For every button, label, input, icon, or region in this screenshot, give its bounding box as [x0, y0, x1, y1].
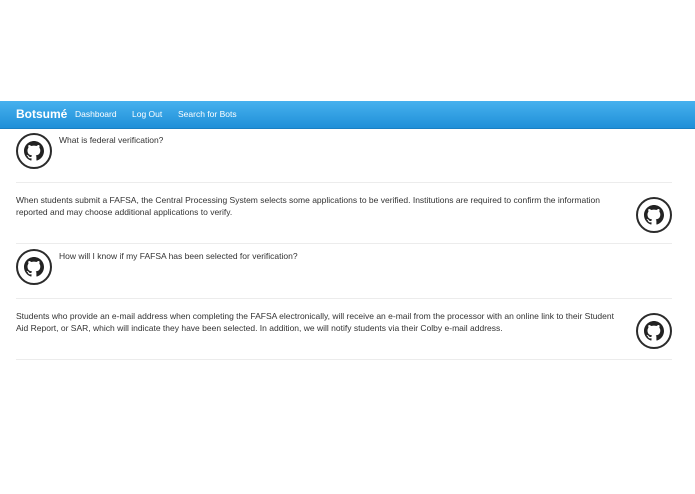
nav-dashboard-link[interactable]: Dashboard [75, 109, 117, 119]
github-octocat-icon [636, 313, 672, 349]
answer-message: Students who provide an e-mail address w… [16, 299, 672, 360]
github-octocat-icon [16, 133, 52, 169]
question-message: What is federal verification? [16, 128, 672, 183]
answer-message: When students submit a FAFSA, the Centra… [16, 183, 672, 244]
brand-logo-link[interactable]: Botsumé [16, 107, 67, 121]
question-text: What is federal verification? [59, 135, 164, 145]
answer-text: When students submit a FAFSA, the Centra… [16, 195, 600, 217]
nav-logout-link[interactable]: Log Out [132, 109, 162, 119]
top-navbar: Botsumé Dashboard Log Out Search for Bot… [0, 101, 695, 129]
question-message: How will I know if my FAFSA has been sel… [16, 244, 672, 299]
github-octocat-icon [636, 197, 672, 233]
conversation-feed: What is federal verification? When stude… [16, 128, 672, 360]
question-text: How will I know if my FAFSA has been sel… [59, 251, 298, 261]
nav-search-bots-link[interactable]: Search for Bots [178, 109, 237, 119]
github-octocat-icon [16, 249, 52, 285]
answer-text: Students who provide an e-mail address w… [16, 311, 614, 333]
